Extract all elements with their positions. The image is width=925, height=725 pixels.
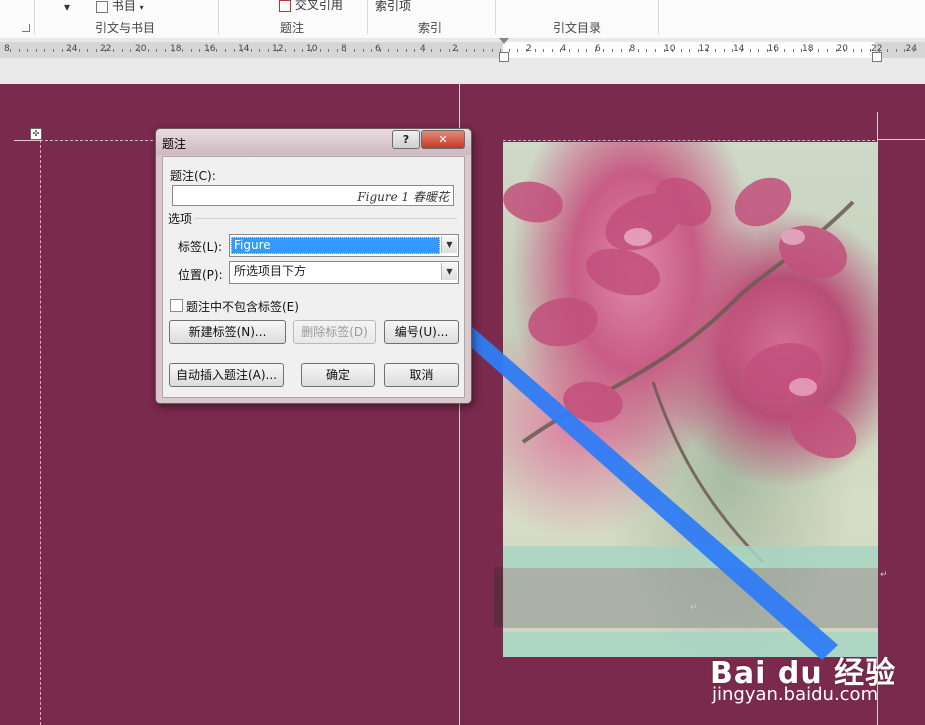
chevron-down-icon[interactable]: ▼ <box>441 263 457 280</box>
exclude-label-text: 题注中不包含标签(E) <box>186 300 299 314</box>
options-label: 选项 <box>168 210 196 227</box>
chevron-down-icon[interactable]: ▼ <box>441 236 457 253</box>
position-select-value: 所选项目下方 <box>234 264 307 278</box>
exclude-label-checkbox[interactable] <box>170 299 183 312</box>
cancel-button[interactable]: 取消 <box>384 363 459 387</box>
numbering-button[interactable]: 编号(U)... <box>384 320 459 344</box>
label-select[interactable]: Figure ▼ <box>229 234 459 257</box>
dialog-body: 题注(C): Figure 1 春暖花 选项 标签(L): Figure ▼ 位… <box>162 156 465 398</box>
caption-label: 题注(C): <box>170 169 216 183</box>
caption-dialog: 题注 ? ✕ 题注(C): Figure 1 春暖花 选项 标签(L): Fig… <box>155 128 472 404</box>
dialog-titlebar[interactable]: 题注 ? ✕ <box>156 129 471 155</box>
caption-value: Figure 1 春暖花 <box>357 190 449 204</box>
label-select-value: Figure <box>231 237 440 254</box>
label-label: 标签(L): <box>178 240 223 254</box>
autocaption-button[interactable]: 自动插入题注(A)... <box>169 363 284 387</box>
close-button[interactable]: ✕ <box>421 130 465 149</box>
help-button[interactable]: ? <box>392 130 420 149</box>
caption-field[interactable]: Figure 1 春暖花 <box>172 185 454 206</box>
ok-button[interactable]: 确定 <box>301 363 375 387</box>
position-label: 位置(P): <box>178 268 223 282</box>
watermark-url: jingyan.baidu.com <box>712 684 879 705</box>
position-select[interactable]: 所选项目下方 ▼ <box>229 261 459 284</box>
delete-label-button[interactable]: 删除标签(D) <box>293 320 376 344</box>
dialog-title: 题注 <box>162 137 187 151</box>
options-divider <box>169 218 457 219</box>
new-label-button[interactable]: 新建标签(N)... <box>169 320 286 344</box>
